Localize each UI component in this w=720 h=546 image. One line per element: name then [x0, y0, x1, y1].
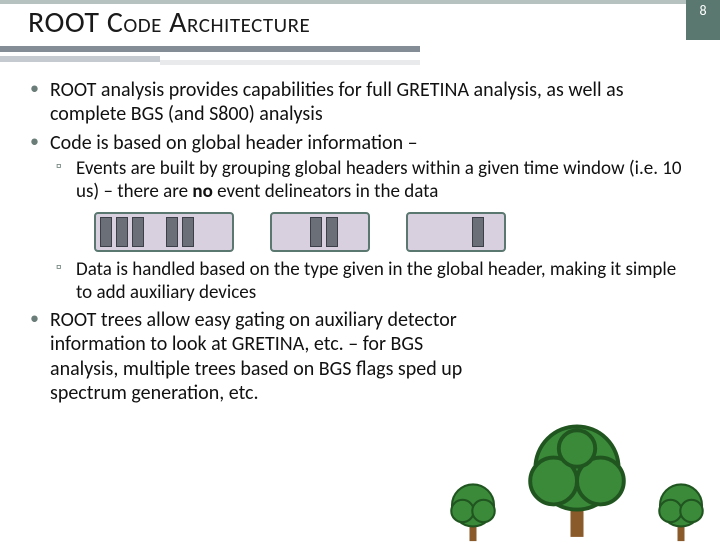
- header-block: [326, 217, 338, 247]
- header-block: [166, 217, 178, 247]
- header-block: [132, 217, 144, 247]
- bullet-2: Code is based on global header informati…: [28, 131, 696, 304]
- gap: [148, 217, 162, 247]
- divider-primary: [0, 46, 420, 52]
- event-diagram: [76, 212, 696, 252]
- page-number: 8: [699, 2, 706, 40]
- tree-icon: [646, 476, 716, 546]
- page-number-tab: 8: [686, 0, 720, 40]
- gap: [276, 217, 306, 247]
- divider-secondary: [0, 56, 160, 62]
- bullet-1: ROOT analysis provides capabilities for …: [28, 78, 696, 127]
- header-block: [310, 217, 322, 247]
- b2s1-bold: no: [192, 180, 212, 203]
- b2s2-text: Data is handled based on the type given …: [76, 258, 676, 304]
- header-block: [100, 217, 112, 247]
- tree-icon: [512, 416, 642, 546]
- content-area: ROOT analysis provides capabilities for …: [28, 78, 696, 409]
- tree-icon: [438, 476, 508, 546]
- bullet-2-text: Code is based on global header informati…: [50, 131, 418, 155]
- b2s1-post: event delineators in the data: [213, 180, 439, 203]
- slide-title: ROOT Code Architecture: [28, 4, 310, 41]
- event-box-3: [406, 212, 506, 252]
- bullet-2-sub-2: Data is handled based on the type given …: [50, 258, 696, 304]
- tree-clipart-row: [438, 416, 716, 546]
- bullet-2-sub-1: Events are built by grouping global head…: [50, 157, 696, 203]
- event-box-2: [270, 212, 370, 252]
- header-block: [472, 217, 484, 247]
- gap: [412, 217, 468, 247]
- bullet-3-text: ROOT trees allow easy gating on auxiliar…: [50, 308, 462, 405]
- title-root: ROOT: [28, 4, 100, 41]
- header-block: [116, 217, 128, 247]
- bullet-1-text: ROOT analysis provides capabilities for …: [50, 78, 624, 126]
- title-rest: Code Architecture: [100, 4, 311, 41]
- header-block: [182, 217, 194, 247]
- divider-shadow: [160, 60, 420, 65]
- bullet-3: ROOT trees allow easy gating on auxiliar…: [28, 308, 696, 406]
- event-box-1: [94, 212, 234, 252]
